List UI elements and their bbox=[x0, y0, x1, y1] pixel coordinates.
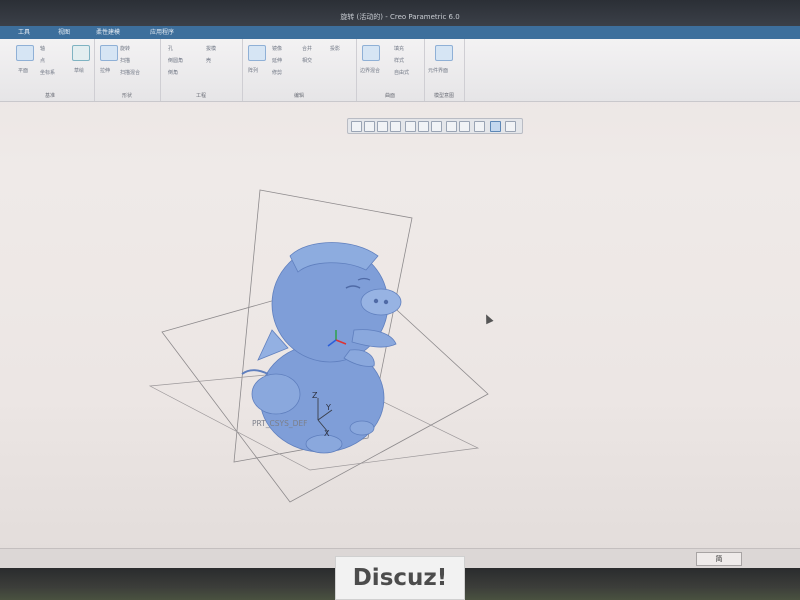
swept-blend-button[interactable]: 扫描混合 bbox=[120, 69, 140, 76]
monitor-screen: 旋转 (活动的) - Creo Parametric 6.0 工具 视图 柔性建… bbox=[0, 0, 800, 568]
point-button[interactable]: 点 bbox=[40, 57, 45, 64]
group-shape: 拉伸 旋转 扫描 扫描混合 形状 bbox=[94, 39, 161, 101]
sweep-button[interactable]: 扫描 bbox=[120, 57, 130, 64]
axis-y-label: Y bbox=[325, 403, 331, 412]
ribbon-tab-bar: 工具 视图 柔性建模 应用程序 bbox=[0, 26, 800, 39]
round-button[interactable]: 倒圆角 bbox=[168, 57, 183, 64]
sketch-icon[interactable] bbox=[72, 45, 90, 61]
refit-icon[interactable] bbox=[351, 121, 362, 132]
group-datum-label: 基准 bbox=[44, 93, 55, 99]
boundary-blend-button[interactable]: 边界混合 bbox=[360, 67, 380, 74]
view-manager-icon[interactable] bbox=[431, 121, 442, 132]
axis-z-label: Z bbox=[312, 391, 318, 400]
group-engineering-label: 工程 bbox=[195, 93, 206, 99]
zoom-out-icon[interactable] bbox=[377, 121, 388, 132]
tab-applications[interactable]: 应用程序 bbox=[150, 26, 174, 39]
sketch-button[interactable]: 草绘 bbox=[74, 67, 84, 74]
axis-x-label: X bbox=[324, 429, 330, 438]
ime-indicator[interactable]: 简 bbox=[696, 552, 742, 566]
style-button[interactable]: 样式 bbox=[394, 57, 404, 64]
csys-button[interactable]: 坐标系 bbox=[40, 69, 55, 76]
annotation-display-icon[interactable] bbox=[474, 121, 485, 132]
csys-label: PRT_CSYS_DEF bbox=[252, 419, 307, 428]
datum-display-icon[interactable] bbox=[459, 121, 470, 132]
display-style-icon[interactable] bbox=[405, 121, 416, 132]
group-model-intent: 元件界面 模型意图 bbox=[424, 39, 465, 101]
component-interface-button[interactable]: 元件界面 bbox=[428, 67, 448, 74]
group-edit: 阵列 镜像 延伸 修剪 合并 相交 投影 编辑 bbox=[242, 39, 357, 101]
group-surface: 边界混合 填充 样式 自由式 曲面 bbox=[356, 39, 425, 101]
boundary-blend-icon[interactable] bbox=[362, 45, 380, 61]
plane-button[interactable]: 平面 bbox=[18, 67, 28, 74]
graphics-toolbar bbox=[347, 118, 523, 134]
group-shape-label: 形状 bbox=[121, 93, 132, 99]
draft-button[interactable]: 拔模 bbox=[206, 45, 216, 52]
extrude-button[interactable]: 拉伸 bbox=[100, 67, 110, 74]
group-engineering: 孔 倒圆角 倒角 拔模 壳 工程 bbox=[160, 39, 243, 101]
project-button[interactable]: 投影 bbox=[330, 45, 340, 52]
saved-views-icon[interactable] bbox=[418, 121, 429, 132]
plane-icon[interactable] bbox=[16, 45, 34, 61]
graphics-viewport[interactable]: Z Y X PRT_CSYS_DEF bbox=[140, 180, 500, 510]
tab-tools[interactable]: 工具 bbox=[18, 26, 30, 39]
group-surface-label: 曲面 bbox=[384, 93, 395, 99]
repaint-icon[interactable] bbox=[390, 121, 401, 132]
tab-flexible-modeling[interactable]: 柔性建模 bbox=[96, 26, 120, 39]
spin-center-icon[interactable] bbox=[490, 121, 501, 132]
window-title: 旋转 (活动的) - Creo Parametric 6.0 bbox=[340, 13, 460, 21]
extrude-icon[interactable] bbox=[100, 45, 118, 61]
extend-button[interactable]: 延伸 bbox=[272, 57, 282, 64]
intersect-button[interactable]: 相交 bbox=[302, 57, 312, 64]
pattern-icon[interactable] bbox=[248, 45, 266, 61]
tab-view[interactable]: 视图 bbox=[58, 26, 70, 39]
group-datum: 平面 轴 点 坐标系 草绘 基准 bbox=[6, 39, 95, 101]
group-edit-label: 编辑 bbox=[293, 93, 304, 99]
trim-button[interactable]: 修剪 bbox=[272, 69, 282, 76]
chamfer-button[interactable]: 倒角 bbox=[168, 69, 178, 76]
pattern-button[interactable]: 阵列 bbox=[248, 67, 258, 74]
zoom-in-icon[interactable] bbox=[364, 121, 375, 132]
csys-display-icon[interactable] bbox=[505, 121, 516, 132]
freestyle-button[interactable]: 自由式 bbox=[394, 69, 409, 76]
group-model-intent-label: 模型意图 bbox=[433, 93, 454, 99]
shell-button[interactable]: 壳 bbox=[206, 57, 211, 64]
ribbon: 平面 轴 点 坐标系 草绘 基准 拉伸 旋转 扫描 扫描混合 形状 孔 倒圆角 … bbox=[0, 39, 800, 102]
axis-button[interactable]: 轴 bbox=[40, 45, 45, 52]
revolve-button[interactable]: 旋转 bbox=[120, 45, 130, 52]
title-bar: 旋转 (活动的) - Creo Parametric 6.0 bbox=[0, 0, 800, 26]
perspective-icon[interactable] bbox=[446, 121, 457, 132]
fill-button[interactable]: 填充 bbox=[394, 45, 404, 52]
merge-button[interactable]: 合并 bbox=[302, 45, 312, 52]
mirror-button[interactable]: 镜像 bbox=[272, 45, 282, 52]
hole-button[interactable]: 孔 bbox=[168, 45, 173, 52]
forum-watermark: Discuz! bbox=[335, 556, 465, 600]
component-interface-icon[interactable] bbox=[435, 45, 453, 61]
